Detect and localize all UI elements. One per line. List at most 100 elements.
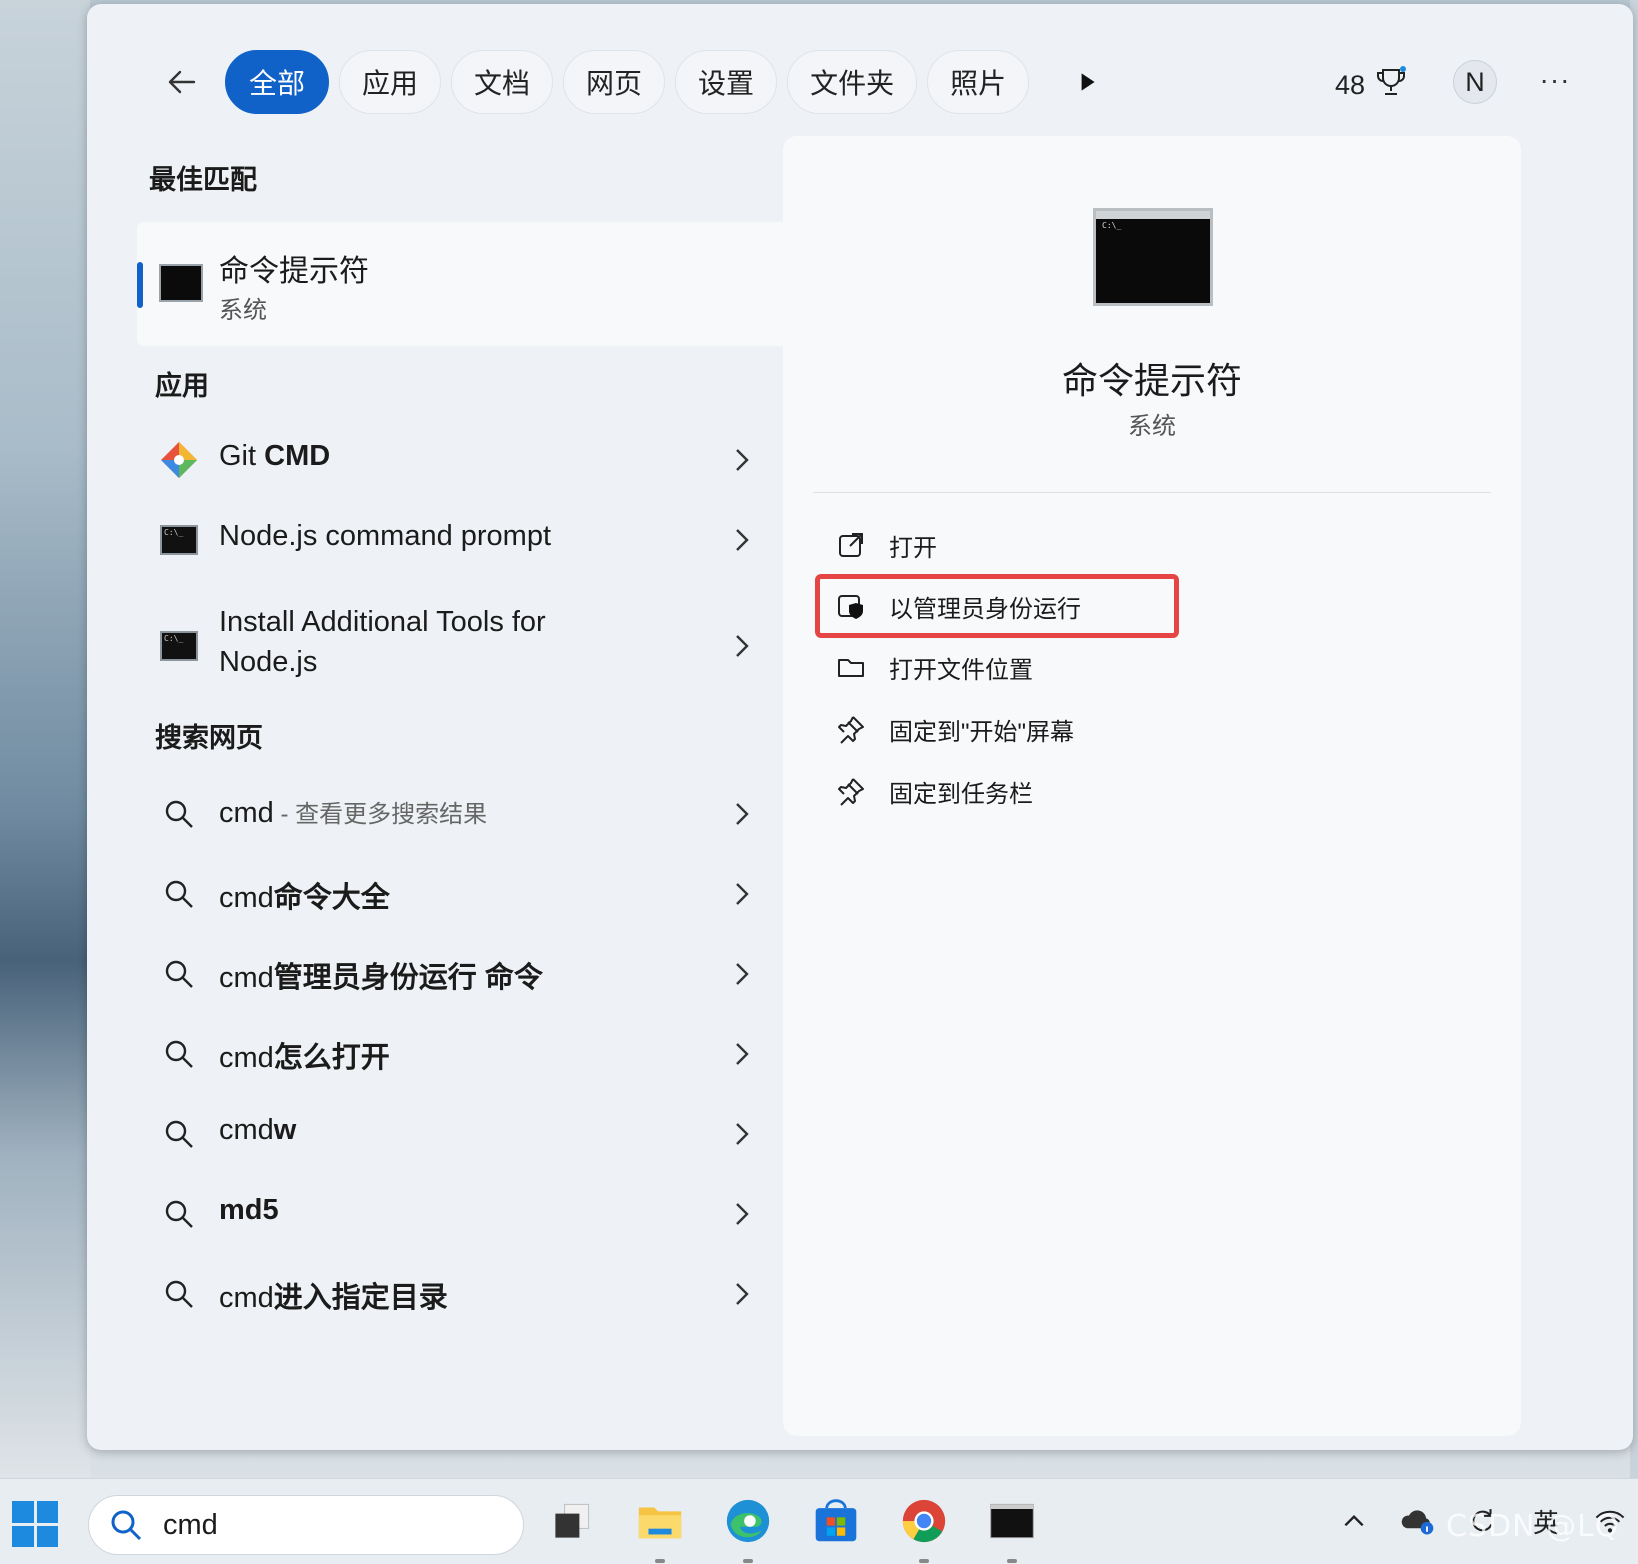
chevron-right-icon[interactable] <box>727 1276 757 1312</box>
taskbar-search-box[interactable]: cmd <box>88 1495 524 1555</box>
rewards-points[interactable]: 48 <box>1335 64 1409 107</box>
console-icon <box>157 520 201 560</box>
tab-folders[interactable]: 文件夹 <box>787 50 918 114</box>
file-explorer-icon[interactable] <box>634 1495 686 1547</box>
search-icon <box>157 1114 201 1154</box>
app-result-git-cmd[interactable]: Git CMD <box>137 420 787 500</box>
web-result-label: cmd - 查看更多搜索结果 <box>219 797 488 829</box>
best-match-card[interactable]: 命令提示符 系统 <box>137 222 787 346</box>
app-result-node-tools[interactable]: Install Additional Tools for Node.js <box>137 596 787 696</box>
command-prompt-icon <box>159 264 203 302</box>
chevron-right-icon[interactable] <box>727 1116 757 1152</box>
apps-heading: 应用 <box>155 371 209 401</box>
detail-subtitle: 系统 <box>1128 413 1176 440</box>
command-prompt-large-icon: C:\_ <box>1093 208 1213 306</box>
back-arrow-icon[interactable] <box>162 62 202 102</box>
pin-icon <box>833 773 869 809</box>
web-result[interactable]: cmd进入指定目录 <box>137 1254 787 1334</box>
trophy-icon <box>1373 64 1409 107</box>
detail-pane: C:\_ 命令提示符 系统 打开 以管理员身份运行 打开文件位置 固定到"开始"… <box>783 136 1521 1436</box>
console-icon <box>157 626 201 666</box>
action-open-file-location[interactable]: 打开文件位置 <box>833 640 1033 694</box>
search-icon <box>157 954 201 994</box>
tab-documents[interactable]: 文档 <box>451 50 554 114</box>
chevron-right-icon[interactable] <box>727 956 757 992</box>
action-open[interactable]: 打开 <box>833 518 937 572</box>
action-pin-to-taskbar[interactable]: 固定到任务栏 <box>833 764 1033 818</box>
open-external-icon <box>833 527 869 563</box>
search-panel: 全部 应用 文档 网页 设置 文件夹 照片 48 N ··· 最佳匹配 命令提示… <box>87 4 1633 1450</box>
action-run-as-admin[interactable]: 以管理员身份运行 <box>833 579 1081 633</box>
watermark: CSDN @LQ <box>1446 1509 1620 1544</box>
search-query: cmd <box>163 1508 218 1541</box>
tab-settings[interactable]: 设置 <box>675 50 778 114</box>
terminal-icon[interactable] <box>986 1495 1038 1547</box>
search-icon <box>157 794 201 834</box>
chevron-right-icon[interactable] <box>727 1196 757 1232</box>
microsoft-store-icon[interactable] <box>810 1495 862 1547</box>
running-indicator <box>743 1559 753 1563</box>
chevron-right-icon[interactable] <box>727 796 757 832</box>
selection-indicator <box>137 262 143 308</box>
search-icon <box>157 1034 201 1074</box>
folder-icon <box>833 649 869 685</box>
tab-apps[interactable]: 应用 <box>339 50 442 114</box>
git-icon <box>157 440 201 480</box>
best-match-title: 命令提示符 <box>219 255 369 288</box>
web-result[interactable]: cmdw <box>137 1094 787 1174</box>
app-result-nodejs-prompt[interactable]: Node.js command prompt <box>137 500 787 580</box>
app-result-label: Git CMD <box>219 440 331 472</box>
tab-web[interactable]: 网页 <box>563 50 666 114</box>
chrome-icon[interactable] <box>898 1495 950 1547</box>
search-icon <box>157 1274 201 1314</box>
chevron-right-icon[interactable] <box>727 442 757 478</box>
shield-admin-icon <box>833 588 869 624</box>
web-result-label: md5 <box>219 1194 279 1226</box>
taskbar: cmd 英 CSDN @LQ <box>0 1478 1638 1564</box>
app-result-label: Install Additional Tools for Node.js <box>219 606 546 678</box>
more-options-icon[interactable]: ··· <box>1535 64 1575 104</box>
windows-start-icon[interactable] <box>12 1501 58 1547</box>
detail-title: 命令提示符 <box>1061 360 1242 401</box>
more-tabs-play-icon[interactable] <box>1067 62 1107 102</box>
web-result-label: cmd怎么打开 <box>219 1042 390 1074</box>
divider <box>813 492 1491 493</box>
tab-all[interactable]: 全部 <box>225 50 329 114</box>
web-search-heading: 搜索网页 <box>155 723 263 753</box>
filter-tabs: 全部 应用 文档 网页 设置 文件夹 照片 <box>225 50 1030 114</box>
onedrive-icon[interactable] <box>1398 1501 1438 1541</box>
web-result[interactable]: md5 <box>137 1174 787 1254</box>
running-indicator <box>1007 1559 1017 1563</box>
search-icon <box>111 1510 142 1541</box>
web-result[interactable]: cmd - 查看更多搜索结果 <box>137 774 787 854</box>
search-icon <box>157 874 201 914</box>
web-result-label: cmd命令大全 <box>219 882 390 914</box>
avatar[interactable]: N <box>1453 60 1497 104</box>
desktop-wallpaper <box>0 0 90 1478</box>
web-result-label: cmd管理员身份运行 命令 <box>219 962 543 994</box>
app-result-label: Node.js command prompt <box>219 520 552 552</box>
best-match-subtitle: 系统 <box>219 297 267 324</box>
running-indicator <box>919 1559 929 1563</box>
chevron-right-icon[interactable] <box>727 628 757 664</box>
best-match-heading: 最佳匹配 <box>149 165 257 195</box>
filter-bar: 全部 应用 文档 网页 设置 文件夹 照片 48 N ··· <box>87 4 1633 140</box>
search-icon <box>157 1194 201 1234</box>
web-result[interactable]: cmd命令大全 <box>137 854 787 934</box>
chevron-right-icon[interactable] <box>727 876 757 912</box>
web-result[interactable]: cmd怎么打开 <box>137 1014 787 1094</box>
pin-icon <box>833 711 869 747</box>
web-result[interactable]: cmd管理员身份运行 命令 <box>137 934 787 1014</box>
chevron-up-icon[interactable] <box>1334 1501 1374 1541</box>
web-result-label: cmd进入指定目录 <box>219 1282 448 1314</box>
edge-icon[interactable] <box>722 1495 774 1547</box>
results-column: 最佳匹配 命令提示符 系统 应用 Git CMD Nod <box>137 140 787 1440</box>
running-indicator <box>655 1559 665 1563</box>
tab-photos[interactable]: 照片 <box>927 50 1030 114</box>
chevron-right-icon[interactable] <box>727 522 757 558</box>
action-pin-to-start[interactable]: 固定到"开始"屏幕 <box>833 702 1074 756</box>
chevron-right-icon[interactable] <box>727 1036 757 1072</box>
web-result-label: cmdw <box>219 1114 297 1146</box>
task-view-icon[interactable] <box>546 1495 598 1547</box>
points-value: 48 <box>1335 70 1366 100</box>
